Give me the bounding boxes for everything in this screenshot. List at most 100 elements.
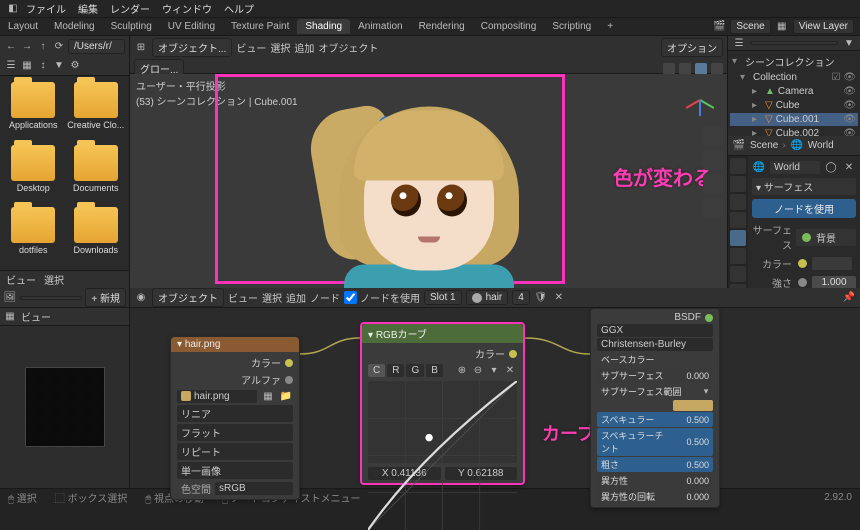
editor-type-icon[interactable]: ⊞ bbox=[134, 41, 148, 55]
repeat-dropdown[interactable]: リピート bbox=[177, 443, 293, 460]
outliner-item-cube[interactable]: ▸▽Cube👁 bbox=[730, 99, 858, 112]
zoom-icon[interactable] bbox=[703, 126, 723, 146]
tab-add[interactable]: + bbox=[599, 19, 621, 34]
aniso-slider[interactable]: 異方性 bbox=[597, 473, 673, 488]
curve-canvas[interactable] bbox=[368, 381, 517, 463]
use-nodes-button[interactable]: ノードを使用 bbox=[752, 199, 856, 218]
ptab-object[interactable] bbox=[730, 248, 746, 264]
ptab-viewlayer[interactable] bbox=[730, 194, 746, 210]
pin-icon[interactable]: 📌 bbox=[842, 291, 856, 305]
ng-mode[interactable]: オブジェクト bbox=[152, 288, 224, 307]
unlink-icon[interactable]: ✕ bbox=[552, 291, 566, 305]
shading-matprev-icon[interactable] bbox=[695, 63, 707, 75]
subsurfcolor-label[interactable] bbox=[597, 405, 673, 407]
folder-documents[interactable]: Documents bbox=[67, 145, 126, 202]
uvmode-icon[interactable]: ▦ bbox=[3, 310, 17, 324]
tab-modeling[interactable]: Modeling bbox=[46, 19, 103, 34]
reset-icon[interactable]: ✕ bbox=[503, 363, 517, 377]
folder-creativecloud[interactable]: Creative Clo... bbox=[67, 82, 126, 139]
refresh-icon[interactable]: ⟳ bbox=[52, 40, 66, 54]
shading-wire-icon[interactable] bbox=[663, 63, 675, 75]
sss-dropdown[interactable]: Christensen-Burley bbox=[597, 338, 713, 351]
ng-view[interactable]: ビュー bbox=[228, 290, 258, 305]
img-users-icon[interactable]: ▦ bbox=[261, 389, 275, 403]
tab-shading[interactable]: Shading bbox=[297, 19, 350, 34]
prop-world[interactable]: World bbox=[808, 140, 834, 151]
unlink-icon[interactable]: ✕ bbox=[842, 160, 856, 174]
specular-slider[interactable]: スペキュラー bbox=[597, 412, 673, 427]
node-canvas[interactable]: ▾ hair.png カラー アルファ hair.png▦📁 リニア フラット … bbox=[130, 308, 860, 488]
projection-dropdown[interactable]: フラット bbox=[177, 424, 293, 441]
outliner-collection[interactable]: ▾Collection☑ 👁 bbox=[730, 71, 858, 84]
list-icon[interactable]: ☰ bbox=[4, 58, 18, 72]
node-rgbcurves[interactable]: ▾ RGBカーブ カラー C R G B ⊕ ⊖ ▾ ✕ bbox=[360, 322, 525, 485]
folder-applications[interactable]: Applications bbox=[4, 82, 63, 139]
tab-rendering[interactable]: Rendering bbox=[411, 19, 473, 34]
ptab-scene[interactable] bbox=[730, 212, 746, 228]
outliner-icon[interactable]: ☰ bbox=[732, 36, 746, 50]
vp-menu-object[interactable]: オブジェクト bbox=[318, 40, 378, 55]
path-field[interactable]: /Users/r/ bbox=[68, 39, 125, 54]
curve-tab-c[interactable]: C bbox=[368, 364, 385, 377]
img-open-icon[interactable]: 📁 bbox=[279, 389, 293, 403]
ng-add[interactable]: 追加 bbox=[286, 290, 306, 305]
bsdf-out-socket[interactable]: BSDF bbox=[674, 312, 701, 323]
ptab-output[interactable] bbox=[730, 176, 746, 192]
menu-edit[interactable]: 編集 bbox=[72, 1, 104, 16]
fb-menu-view[interactable]: ビュー bbox=[6, 272, 36, 287]
vp-menu-add[interactable]: 追加 bbox=[294, 40, 314, 55]
up-icon[interactable]: ↑ bbox=[36, 40, 50, 54]
outliner-item-camera[interactable]: ▸▲Camera👁 bbox=[730, 85, 858, 98]
curve-tab-g[interactable]: G bbox=[406, 364, 424, 377]
zoom-out-icon[interactable]: ⊖ bbox=[471, 363, 485, 377]
fwd-icon[interactable]: → bbox=[20, 40, 34, 54]
vp-menu-view[interactable]: ビュー bbox=[236, 40, 266, 55]
use-nodes-checkbox[interactable] bbox=[344, 291, 357, 304]
curve-tab-r[interactable]: R bbox=[387, 364, 404, 377]
folder-dotfiles[interactable]: dotfiles bbox=[4, 207, 63, 264]
outliner-item-cube001[interactable]: ▸▽Cube.001👁 bbox=[730, 113, 858, 126]
world-color-swatch[interactable] bbox=[812, 257, 852, 270]
zoom-in-icon[interactable]: ⊕ bbox=[455, 363, 469, 377]
imgeditor-icon[interactable]: 🖼 bbox=[3, 291, 17, 305]
uv-canvas[interactable] bbox=[0, 326, 129, 488]
socket-color-out[interactable]: カラー bbox=[251, 355, 281, 370]
source-dropdown[interactable]: 単一画像 bbox=[177, 462, 293, 479]
slot-selector[interactable]: Slot 1 bbox=[424, 290, 462, 305]
tab-sculpting[interactable]: Sculpting bbox=[103, 19, 160, 34]
ptab-modifier[interactable] bbox=[730, 266, 746, 282]
menu-help[interactable]: ヘルプ bbox=[218, 1, 260, 16]
tools-icon[interactable]: ▾ bbox=[487, 363, 501, 377]
pan-icon[interactable] bbox=[703, 150, 723, 170]
tab-uvediting[interactable]: UV Editing bbox=[160, 19, 223, 34]
image-selector[interactable] bbox=[20, 296, 82, 300]
tab-animation[interactable]: Animation bbox=[350, 19, 410, 34]
persp-icon[interactable] bbox=[703, 198, 723, 218]
back-icon[interactable]: ← bbox=[4, 40, 18, 54]
viewport-canvas[interactable]: ユーザー・平行投影 (53) シーンコレクション | Cube.001 色が変わ… bbox=[130, 74, 727, 288]
mode-selector[interactable]: オブジェクト... bbox=[152, 38, 232, 57]
menu-render[interactable]: レンダー bbox=[104, 1, 156, 16]
filter-icon[interactable]: ▼ bbox=[842, 36, 856, 50]
socket-alpha-out[interactable]: アルファ bbox=[241, 372, 281, 387]
scene-selector[interactable]: Scene bbox=[730, 19, 770, 34]
curve-tab-b[interactable]: B bbox=[426, 364, 443, 377]
material-selector[interactable]: hair bbox=[466, 290, 509, 305]
ng-select[interactable]: 選択 bbox=[262, 290, 282, 305]
camera-icon[interactable] bbox=[703, 174, 723, 194]
subsurf-radius-label[interactable]: サブサーフェス範囲 bbox=[597, 384, 699, 399]
viewlayer-selector[interactable]: View Layer bbox=[793, 19, 854, 34]
subsurf-label[interactable]: サブサーフェス bbox=[597, 368, 673, 383]
surface-type[interactable]: 背景 bbox=[796, 229, 856, 246]
anisorot-slider[interactable]: 異方性の回転 bbox=[597, 489, 673, 504]
shield-icon[interactable]: 🛡 bbox=[534, 291, 548, 305]
node-hairpng[interactable]: ▾ hair.png カラー アルファ hair.png▦📁 リニア フラット … bbox=[170, 336, 300, 500]
options-dropdown[interactable]: オプション bbox=[661, 38, 723, 57]
outliner-scene-collection[interactable]: ▾シーンコレクション bbox=[730, 53, 858, 70]
colorspace-dropdown[interactable]: sRGB bbox=[215, 482, 293, 495]
gear-icon[interactable]: ⚙ bbox=[68, 58, 82, 72]
menu-file[interactable]: ファイル bbox=[20, 1, 72, 16]
prop-scene[interactable]: Scene bbox=[750, 140, 778, 151]
material-users[interactable]: 4 bbox=[512, 290, 530, 305]
new-icon[interactable]: ◯ bbox=[824, 160, 838, 174]
